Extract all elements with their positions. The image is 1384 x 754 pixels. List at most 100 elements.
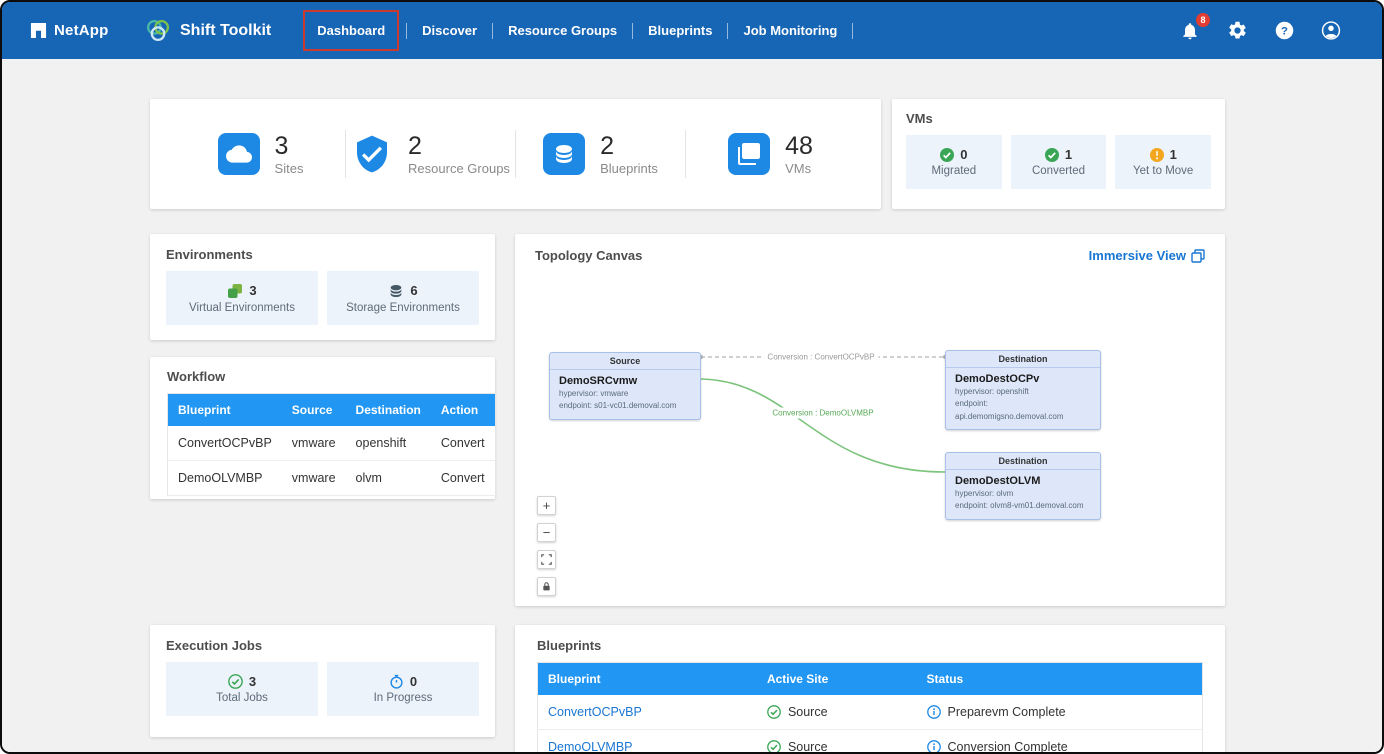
- tile-value: 6: [410, 283, 417, 298]
- account-button[interactable]: [1320, 20, 1342, 42]
- blueprint-link[interactable]: ConvertOCPvBP: [548, 705, 642, 719]
- tile-value: 0: [410, 674, 417, 689]
- nav-dashboard[interactable]: Dashboard: [303, 10, 399, 51]
- stat-value: 3: [275, 132, 304, 161]
- check-outline-icon: [767, 740, 781, 754]
- notifications-button[interactable]: 8: [1179, 20, 1201, 42]
- topology-node-dest-olvm[interactable]: Destination DemoDestOLVM hypervisor: olv…: [945, 452, 1101, 520]
- workflow-row[interactable]: ConvertOCPvBP vmware openshift Convert: [168, 426, 496, 461]
- vms-panel-title: VMs: [906, 111, 1211, 126]
- tile-storage-environments[interactable]: 6 Storage Environments: [327, 271, 479, 325]
- active-site-value: Source: [788, 705, 828, 719]
- execution-jobs-panel: Execution Jobs 3 Total Jobs 0 In Progres…: [150, 625, 495, 737]
- tile-value: 3: [249, 674, 256, 689]
- workflow-row[interactable]: DemoOLVMBP vmware olvm Convert: [168, 461, 496, 496]
- zoom-in-button[interactable]: +: [537, 496, 556, 515]
- node-meta-line: api.demomigsno.demoval.com: [955, 411, 1091, 423]
- topology-node-dest-ocp[interactable]: Destination DemoDestOCPv hypervisor: ope…: [945, 350, 1101, 430]
- node-meta-line: hypervisor: olvm: [955, 488, 1091, 500]
- stat-sites[interactable]: 3 Sites: [176, 132, 345, 176]
- status-value: Conversion Complete: [948, 740, 1068, 754]
- app-title-label: Shift Toolkit: [180, 22, 271, 40]
- check-circle-icon: [940, 148, 954, 162]
- tile-value: 3: [249, 283, 256, 298]
- timer-icon: [389, 674, 404, 689]
- workflow-cell-blueprint: DemoOLVMBP: [168, 461, 282, 496]
- workflow-cell-destination: openshift: [346, 426, 431, 461]
- active-site-value: Source: [788, 740, 828, 754]
- check-circle-icon: [1045, 148, 1059, 162]
- node-role: Source: [550, 353, 700, 370]
- nav-separator: [727, 23, 728, 39]
- summary-stats-card: 3 Sites 2 Resource Groups: [150, 99, 881, 209]
- stat-text: 2 Blueprints: [600, 132, 658, 176]
- topology-node-source[interactable]: Source DemoSRCvmw hypervisor: vmware end…: [549, 352, 701, 420]
- shield-check-icon: [351, 133, 393, 175]
- blueprints-row: ConvertOCPvBP Source Preparevm Complete: [538, 695, 1203, 730]
- stat-blueprints[interactable]: 2 Blueprints: [516, 132, 685, 176]
- tile-label: In Progress: [374, 692, 433, 704]
- nav-separator: [406, 23, 407, 39]
- fit-view-icon: [541, 554, 552, 565]
- workflow-title: Workflow: [167, 369, 478, 384]
- execution-jobs-tiles: 3 Total Jobs 0 In Progress: [166, 662, 479, 716]
- stat-text: 2 Resource Groups: [408, 132, 510, 176]
- stat-resource-groups[interactable]: 2 Resource Groups: [346, 132, 515, 176]
- nav-separator: [632, 23, 633, 39]
- stat-value: 48: [785, 132, 813, 161]
- edge-label-demoolvmbp: Conversion : DemoOLVMBP: [768, 408, 877, 419]
- nav-job-monitoring[interactable]: Job Monitoring: [731, 17, 849, 44]
- nav-resource-groups[interactable]: Resource Groups: [496, 17, 629, 44]
- node-meta-line: endpoint: s01-vc01.demoval.com: [559, 400, 691, 412]
- workflow-col-action: Action: [431, 394, 495, 427]
- blueprints-col-status: Status: [917, 663, 1203, 696]
- workflow-col-source: Source: [282, 394, 346, 427]
- topology-canvas-card: Topology Canvas Immersive View Conversio…: [515, 234, 1225, 606]
- tile-migrated[interactable]: 0 Migrated: [906, 135, 1002, 189]
- info-icon: [927, 740, 941, 754]
- tile-label: Virtual Environments: [189, 302, 295, 314]
- node-meta: hypervisor: vmware endpoint: s01-vc01.de…: [550, 388, 700, 419]
- nav-discover[interactable]: Discover: [410, 17, 489, 44]
- stat-label: Blueprints: [600, 161, 658, 176]
- tile-virtual-environments[interactable]: 3 Virtual Environments: [166, 271, 318, 325]
- vms-tiles: 0 Migrated 1 Converted 1 Yet: [906, 135, 1211, 189]
- help-button[interactable]: ?: [1273, 20, 1295, 42]
- tile-label: Migrated: [931, 165, 976, 177]
- workflow-panel: Workflow Blueprint Source Destination Ac…: [150, 357, 495, 499]
- node-role: Destination: [946, 453, 1100, 470]
- tile-yet-to-move[interactable]: 1 Yet to Move: [1115, 135, 1211, 189]
- app-title: Shift Toolkit: [144, 17, 271, 44]
- workflow-table: Blueprint Source Destination Action Conv…: [167, 393, 496, 496]
- nav-blueprints[interactable]: Blueprints: [636, 17, 724, 44]
- check-outline-icon: [228, 674, 243, 689]
- settings-button[interactable]: [1226, 20, 1248, 42]
- tile-total-jobs[interactable]: 3 Total Jobs: [166, 662, 318, 716]
- tile-in-progress[interactable]: 0 In Progress: [327, 662, 479, 716]
- dashboard-content: 3 Sites 2 Resource Groups: [2, 59, 1382, 752]
- zoom-out-icon: −: [543, 526, 551, 539]
- virtual-environments-icon: [227, 283, 243, 299]
- stat-label: VMs: [785, 161, 813, 176]
- nav-separator: [852, 23, 853, 39]
- lock-button[interactable]: [537, 577, 556, 596]
- fit-view-button[interactable]: [537, 550, 556, 569]
- netapp-logo-icon: [30, 22, 47, 39]
- execution-jobs-title: Execution Jobs: [166, 638, 479, 653]
- netapp-logo[interactable]: NetApp: [2, 22, 136, 39]
- blueprints-title: Blueprints: [537, 638, 1203, 653]
- workflow-cell-destination: olvm: [346, 461, 431, 496]
- zoom-out-button[interactable]: −: [537, 523, 556, 542]
- blueprints-col-active-site: Active Site: [757, 663, 917, 696]
- stat-vms[interactable]: 48 VMs: [686, 132, 855, 176]
- gear-icon: [1227, 20, 1248, 41]
- node-name: DemoDestOLVM: [946, 470, 1100, 488]
- account-icon: [1320, 19, 1342, 42]
- tile-converted[interactable]: 1 Converted: [1011, 135, 1107, 189]
- blueprint-link[interactable]: DemoOLVMBP: [548, 740, 633, 754]
- tile-label: Yet to Move: [1133, 165, 1193, 177]
- tile-label: Converted: [1032, 165, 1085, 177]
- workflow-cell-action: Convert: [431, 461, 495, 496]
- top-navigation-bar: NetApp Shift Toolkit Dashboard Discover …: [2, 2, 1382, 59]
- environments-panel: Environments 3 Virtual Environments 6 St…: [150, 234, 495, 340]
